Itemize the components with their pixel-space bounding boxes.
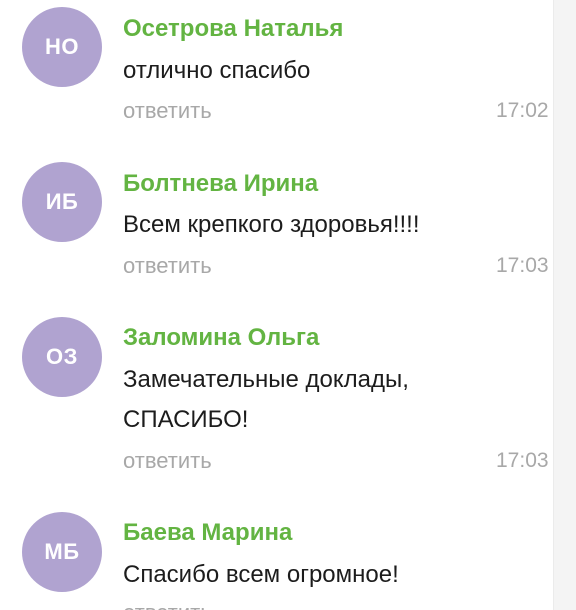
avatar[interactable]: НО [22,7,102,87]
avatar[interactable]: ИБ [22,162,102,242]
reply-link[interactable]: ответить [123,599,212,610]
message-author[interactable]: Заломина Ольга [123,324,319,352]
message-time: 17:03 [496,254,549,277]
message-author[interactable]: Осетрова Наталья [123,15,343,43]
scroll-edge [553,0,576,610]
message-text: Спасибо всем огромное! [123,561,399,588]
message-text: СПАСИБО! [123,406,249,433]
message-time: 17:03 [496,449,549,472]
message-author[interactable]: Болтнева Ирина [123,170,318,198]
reply-link[interactable]: ответить [123,97,212,125]
message-text: Замечательные доклады, [123,366,409,393]
avatar[interactable]: МБ [22,512,102,592]
reply-link[interactable]: ответить [123,252,212,280]
avatar[interactable]: ОЗ [22,317,102,397]
message-author[interactable]: Баева Марина [123,519,292,547]
chat-feed: НО Осетрова Наталья отлично спасибо отве… [0,0,576,610]
message-text: отлично спасибо [123,57,311,84]
message-time: 17:02 [496,99,549,122]
reply-link[interactable]: ответить [123,447,212,475]
message-text: Всем крепкого здоровья!!!! [123,211,420,238]
